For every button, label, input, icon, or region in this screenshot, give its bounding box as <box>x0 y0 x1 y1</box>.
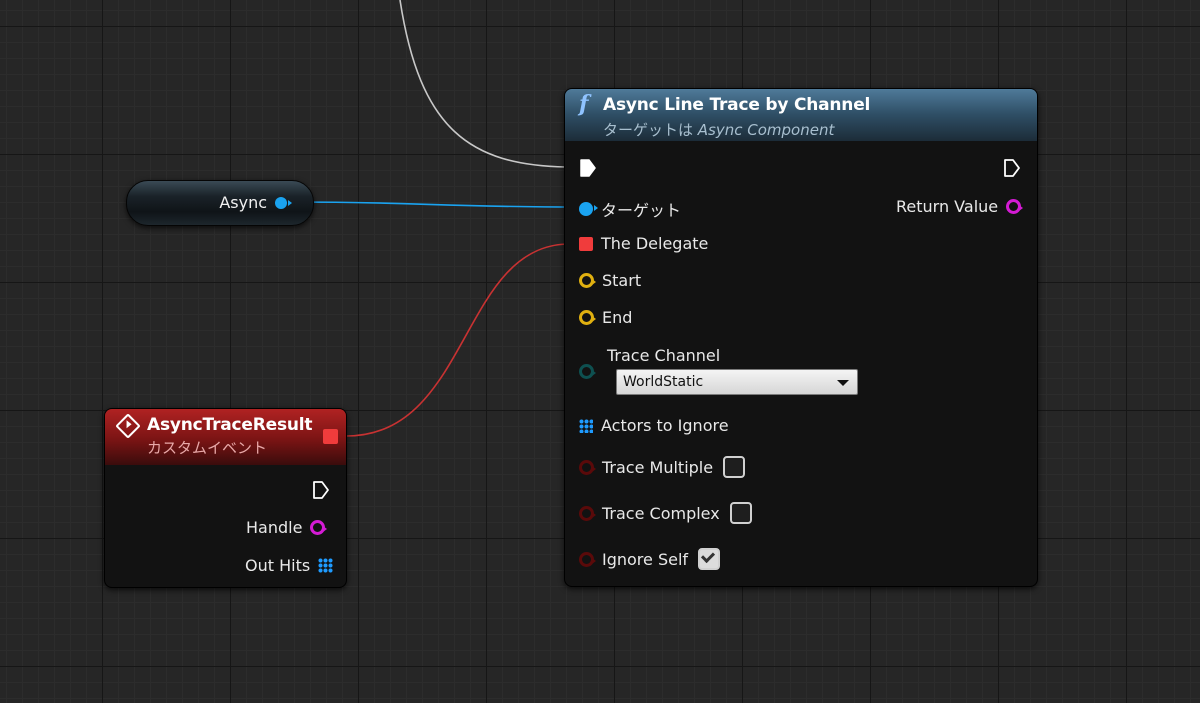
node-subtitle-target: Async Component <box>697 121 835 139</box>
out-hits-pin[interactable] <box>318 558 334 573</box>
trace-complex-checkbox[interactable] <box>729 502 752 524</box>
exec-wire[interactable] <box>399 0 567 168</box>
target-wire[interactable] <box>291 201 581 208</box>
end-pin-label: End <box>602 308 633 327</box>
delegate-output-pin[interactable] <box>323 429 338 444</box>
target-pin-label: ターゲット <box>601 201 682 220</box>
exec-input-pin[interactable] <box>579 158 597 178</box>
actors-to-ignore-pin[interactable] <box>579 418 593 433</box>
function-icon: f <box>579 91 589 117</box>
ignore-self-checkbox[interactable] <box>698 548 721 570</box>
event-node-header: AsyncTraceResult カスタムイベント <box>105 409 346 465</box>
handle-pin-label: Handle <box>246 518 303 537</box>
node-header: f Async Line Trace by Channel ターゲットは Asy… <box>565 89 1037 141</box>
delegate-wire[interactable] <box>345 243 569 437</box>
custom-event-icon <box>115 413 141 439</box>
handle-pin[interactable] <box>310 520 328 535</box>
end-pin[interactable] <box>579 310 596 325</box>
return-value-pin-label: Return Value <box>896 197 999 216</box>
actors-to-ignore-pin-row[interactable]: Actors to Ignore <box>579 416 729 435</box>
handle-pin-row[interactable]: Handle <box>246 518 328 537</box>
target-pin[interactable] <box>579 202 598 216</box>
start-pin[interactable] <box>579 273 596 288</box>
out-hits-pin-label: Out Hits <box>245 556 311 575</box>
delegate-pin[interactable] <box>579 236 593 251</box>
trace-multiple-label: Trace Multiple <box>602 457 714 477</box>
event-node-title: AsyncTraceResult <box>147 415 313 435</box>
ignore-self-pin[interactable] <box>579 551 596 567</box>
exec-output-pin[interactable] <box>1003 158 1021 178</box>
trace-multiple-pin[interactable] <box>579 459 596 475</box>
end-pin-row[interactable]: End <box>579 308 632 327</box>
actors-to-ignore-label: Actors to Ignore <box>601 416 729 435</box>
target-pin-row[interactable]: ターゲット <box>579 197 681 221</box>
trace-multiple-checkbox[interactable] <box>723 456 746 478</box>
trace-channel-value: WorldStatic <box>623 374 704 390</box>
node-subtitle-prefix: ターゲットは <box>603 121 694 139</box>
start-pin-label: Start <box>602 271 642 290</box>
trace-complex-pin-row[interactable]: Trace Complex <box>579 502 752 524</box>
variable-output-pin[interactable] <box>275 197 292 209</box>
trace-multiple-pin-row[interactable]: Trace Multiple <box>579 456 746 478</box>
trace-complex-label: Trace Complex <box>602 503 720 523</box>
chevron-down-icon <box>837 380 849 386</box>
trace-channel-pin[interactable] <box>579 364 596 379</box>
async-variable-node[interactable]: Async <box>126 180 314 226</box>
trace-complex-pin[interactable] <box>579 505 596 521</box>
delegate-pin-row[interactable]: The Delegate <box>579 234 708 253</box>
ignore-self-pin-row[interactable]: Ignore Self <box>579 548 721 570</box>
trace-channel-pin-circle[interactable] <box>579 364 596 379</box>
start-pin-row[interactable]: Start <box>579 271 641 290</box>
ignore-self-label: Ignore Self <box>602 549 689 569</box>
trace-channel-dropdown[interactable]: WorldStatic <box>616 369 858 395</box>
node-subtitle: ターゲットは Async Component <box>603 119 1025 140</box>
out-hits-pin-row[interactable]: Out Hits <box>245 556 334 575</box>
delegate-pin-label: The Delegate <box>601 234 709 253</box>
node-title: Async Line Trace by Channel <box>603 95 871 115</box>
variable-label: Async <box>219 193 267 212</box>
return-value-pin-row[interactable]: Return Value <box>896 197 1024 216</box>
event-node-subtitle: カスタムイベント <box>147 439 268 457</box>
trace-channel-label: Trace Channel <box>607 346 721 365</box>
return-value-pin[interactable] <box>1006 199 1024 214</box>
event-exec-output-pin[interactable] <box>312 480 330 500</box>
